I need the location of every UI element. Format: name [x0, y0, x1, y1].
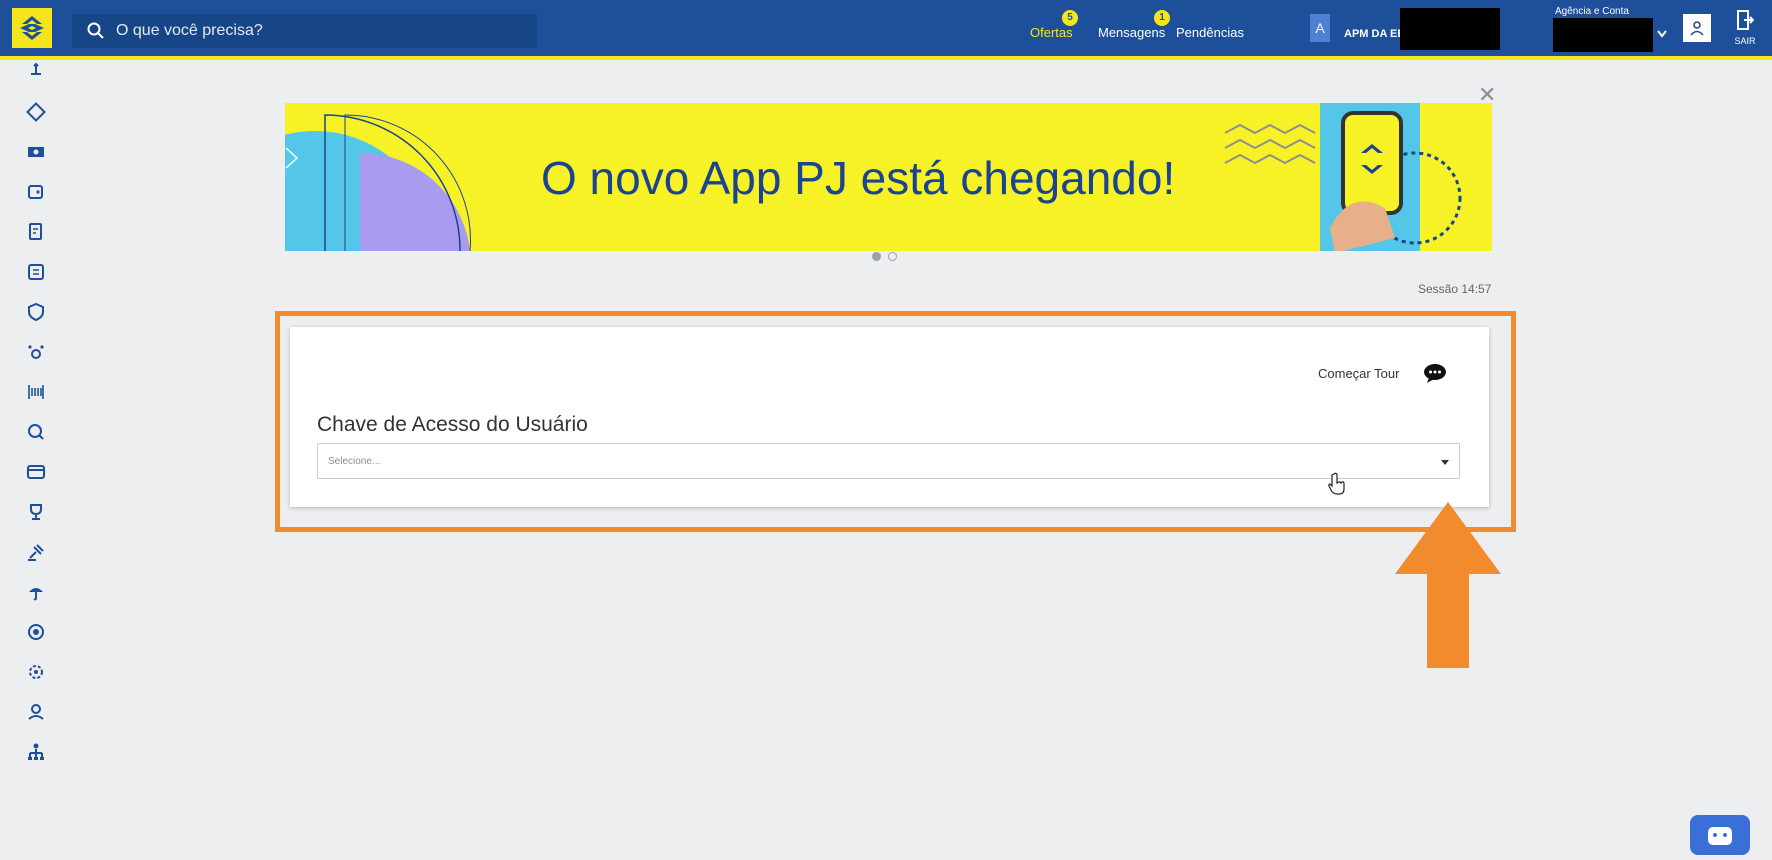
profile-button[interactable]: [1683, 14, 1711, 42]
carousel-dot-2[interactable]: [888, 252, 897, 261]
network-icon[interactable]: [26, 342, 46, 362]
security-icon[interactable]: [26, 622, 46, 642]
annotation-arrow: [1395, 502, 1501, 668]
banner-headline: O novo App PJ está chegando!: [541, 152, 1176, 204]
search-input[interactable]: [114, 21, 518, 41]
bank-logo[interactable]: [12, 8, 52, 48]
redacted-account-name: [1400, 8, 1500, 50]
chevron-down-icon[interactable]: [1657, 30, 1667, 38]
ofertas-badge: 5: [1062, 10, 1078, 26]
user-icon: [1690, 21, 1704, 36]
auction-icon[interactable]: [26, 542, 46, 562]
cards-icon[interactable]: [26, 102, 46, 122]
top-bar: Ofertas 5 Mensagens 1 Pendências A APM D…: [0, 0, 1772, 60]
hand-cursor-icon: [1328, 472, 1345, 495]
card-icon[interactable]: [26, 462, 46, 482]
shield-money-icon[interactable]: [26, 302, 46, 322]
help-chat-button[interactable]: [1690, 815, 1750, 855]
account-name[interactable]: APM DA EE: [1344, 28, 1405, 40]
logout-icon: [1737, 10, 1755, 30]
search-bar[interactable]: [72, 14, 537, 48]
transfer-icon[interactable]: [26, 60, 46, 80]
sidebar: [0, 60, 72, 850]
umbrella-icon[interactable]: [26, 582, 46, 602]
banner-close-icon[interactable]: ✕: [1478, 82, 1496, 108]
investment-icon[interactable]: [26, 422, 46, 442]
agency-label: Agência e Conta: [1555, 6, 1629, 17]
hierarchy-icon[interactable]: [26, 742, 46, 762]
cash-icon[interactable]: [26, 142, 46, 162]
wallet-icon[interactable]: [26, 182, 46, 202]
mensagens-badge: 1: [1154, 10, 1170, 26]
redacted-agency: [1553, 18, 1653, 52]
statement-icon[interactable]: [26, 222, 46, 242]
transfers-box-icon[interactable]: [26, 262, 46, 282]
settings-money-icon[interactable]: [26, 662, 46, 682]
search-icon: [87, 22, 104, 39]
highlight-box: [275, 311, 1516, 532]
promo-banner[interactable]: O novo App PJ está chegando!: [285, 103, 1492, 251]
carousel-dots: [872, 252, 897, 261]
robot-icon: [1708, 827, 1732, 845]
account-avatar[interactable]: A: [1310, 14, 1330, 42]
barcode-icon[interactable]: [26, 382, 46, 402]
nav-pendencias[interactable]: Pendências: [1176, 25, 1244, 40]
exit-label: SAIR: [1734, 36, 1756, 46]
nav-ofertas[interactable]: Ofertas: [1030, 25, 1073, 40]
exit-button[interactable]: SAIR: [1730, 10, 1760, 46]
trophy-icon[interactable]: [26, 502, 46, 522]
carousel-dot-1[interactable]: [872, 252, 881, 261]
hand-money-icon[interactable]: [26, 702, 46, 722]
bank-logo-icon: [20, 16, 44, 40]
session-timer: Sessão 14:57: [1418, 282, 1492, 296]
nav-mensagens[interactable]: Mensagens: [1098, 25, 1165, 40]
